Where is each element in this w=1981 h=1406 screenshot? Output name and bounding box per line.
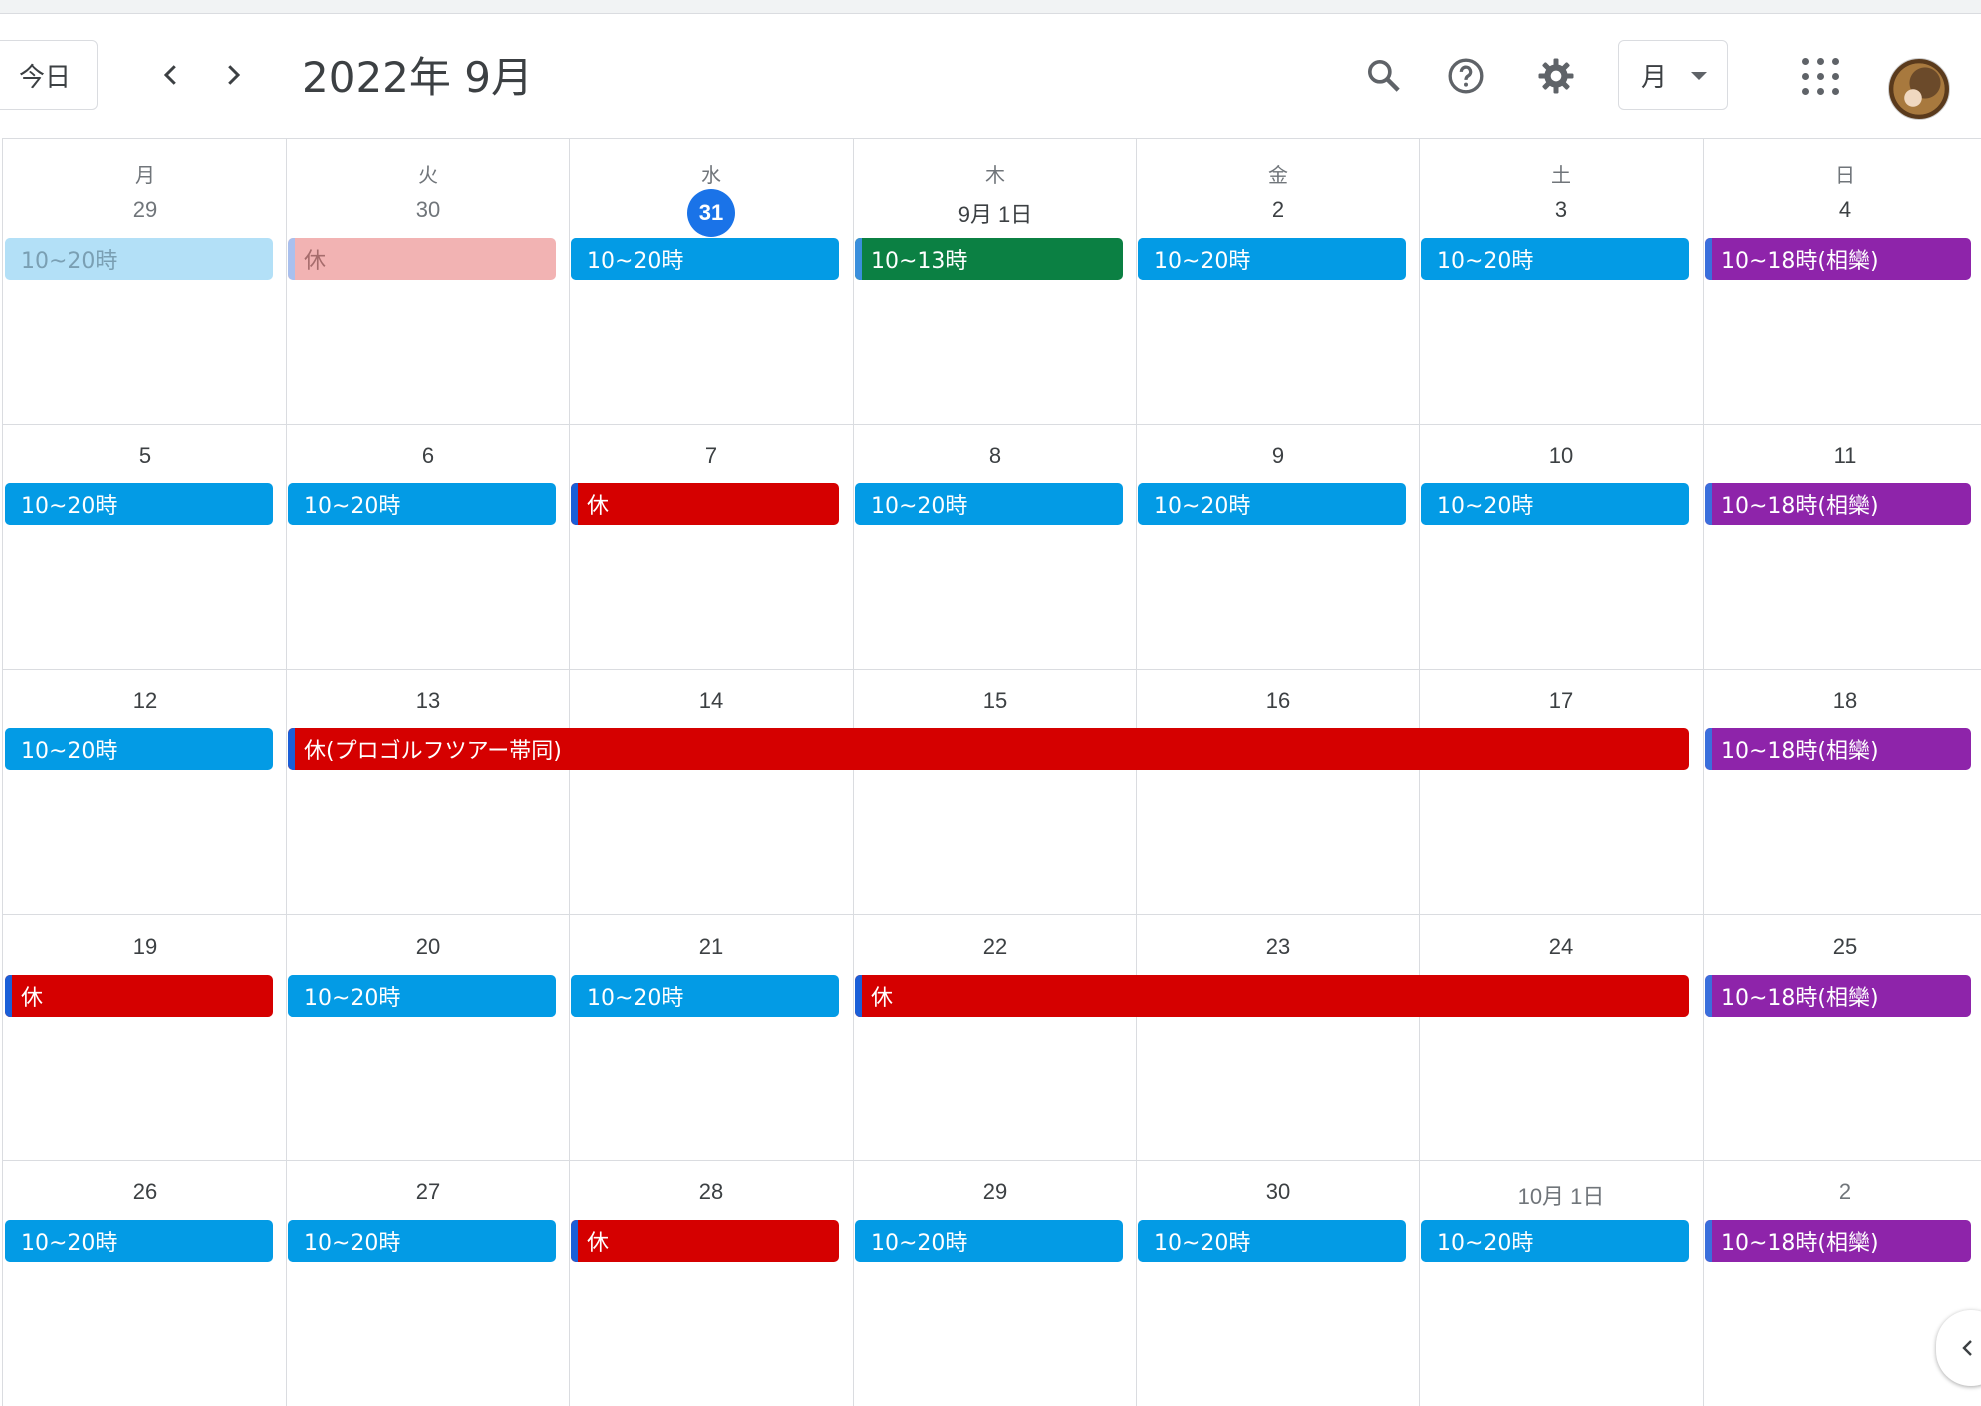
weekday-header: 火 — [418, 165, 438, 187]
day-number[interactable]: 3 — [1420, 197, 1702, 223]
day-number[interactable]: 2 — [1137, 197, 1419, 223]
day-number[interactable]: 4 — [1704, 197, 1981, 223]
event-chip[interactable]: 10~20時 — [855, 483, 1123, 525]
day-number[interactable]: 21 — [570, 934, 852, 960]
chevron-right-icon — [228, 65, 241, 85]
day-number[interactable]: 26 — [4, 1179, 286, 1205]
day-number[interactable]: 12 — [4, 688, 286, 714]
weekday-header: 金 — [1268, 165, 1288, 187]
apps-grid-icon — [1802, 58, 1809, 65]
gear-icon — [1538, 58, 1574, 94]
browser-top-edge — [0, 0, 1981, 14]
event-chip[interactable]: 10~18時(相欒) — [1705, 728, 1971, 770]
day-number[interactable]: 25 — [1704, 934, 1981, 960]
weekday-header: 月 — [135, 165, 155, 187]
day-number[interactable]: 17 — [1420, 688, 1702, 714]
day-number[interactable]: 9 — [1137, 443, 1419, 469]
help-icon — [1448, 58, 1484, 94]
today-button[interactable]: 今日 — [0, 40, 98, 110]
day-number[interactable]: 29 — [4, 197, 286, 223]
day-number[interactable]: 11 — [1704, 443, 1981, 469]
event-chip[interactable]: 10~20時 — [5, 238, 273, 280]
event-chip[interactable]: 10~20時 — [571, 975, 839, 1017]
next-month-button[interactable] — [208, 50, 258, 100]
event-chip-multiday[interactable]: 休(プロゴルフツアー帯同) — [288, 728, 1689, 770]
day-number[interactable]: 8 — [854, 443, 1136, 469]
event-chip[interactable]: 10~18時(相欒) — [1705, 238, 1971, 280]
day-number[interactable]: 13 — [287, 688, 569, 714]
day-number[interactable]: 9月 1日 — [854, 197, 1136, 229]
search-icon — [1368, 59, 1400, 92]
apps-grid-button[interactable] — [1800, 56, 1842, 98]
day-number[interactable]: 10月 1日 — [1420, 1179, 1702, 1211]
event-chip[interactable]: 休 — [288, 238, 556, 280]
day-number[interactable]: 24 — [1420, 934, 1702, 960]
weekday-header: 日 — [1835, 165, 1855, 187]
day-number[interactable]: 6 — [287, 443, 569, 469]
weekday-header: 木 — [985, 165, 1005, 187]
event-chip[interactable]: 10~20時 — [1138, 238, 1406, 280]
day-number[interactable]: 15 — [854, 688, 1136, 714]
day-number[interactable]: 20 — [287, 934, 569, 960]
day-number[interactable]: 18 — [1704, 688, 1981, 714]
day-number[interactable]: 28 — [570, 1179, 852, 1205]
event-chip[interactable]: 10~20時 — [855, 1220, 1123, 1262]
weekday-header: 水 — [701, 165, 721, 187]
event-chip[interactable]: 10~20時 — [1421, 483, 1689, 525]
day-number[interactable]: 19 — [4, 934, 286, 960]
day-number[interactable]: 22 — [854, 934, 1136, 960]
day-number[interactable]: 23 — [1137, 934, 1419, 960]
chevron-left-icon — [163, 65, 176, 85]
account-avatar[interactable] — [1888, 58, 1950, 120]
event-chip[interactable]: 休 — [571, 483, 839, 525]
calendar-header: 今日 2022年 9月 月 — [0, 14, 1981, 138]
event-chip[interactable]: 10~18時(相欒) — [1705, 483, 1971, 525]
event-chip-multiday[interactable]: 休 — [855, 975, 1689, 1017]
view-selector[interactable]: 月 — [1618, 40, 1728, 110]
view-selector-label: 月 — [1641, 61, 1668, 92]
day-number[interactable]: 30 — [1137, 1179, 1419, 1205]
dropdown-caret-icon — [1691, 72, 1707, 80]
day-number[interactable]: 10 — [1420, 443, 1702, 469]
day-number[interactable]: 5 — [4, 443, 286, 469]
event-chip[interactable]: 10~20時 — [5, 728, 273, 770]
day-number[interactable]: 30 — [287, 197, 569, 223]
event-chip[interactable]: 10~20時 — [288, 483, 556, 525]
day-number[interactable]: 14 — [570, 688, 852, 714]
help-button[interactable] — [1438, 48, 1494, 104]
day-number[interactable]: 27 — [287, 1179, 569, 1205]
search-button[interactable] — [1356, 48, 1412, 104]
previous-month-button[interactable] — [146, 50, 196, 100]
event-chip[interactable]: 10~20時 — [1138, 483, 1406, 525]
event-chip[interactable]: 10~20時 — [5, 1220, 273, 1262]
chevron-left-icon — [1962, 1340, 1972, 1356]
event-chip[interactable]: 10~20時 — [1421, 238, 1689, 280]
event-chip[interactable]: 10~18時(相欒) — [1705, 1220, 1971, 1262]
settings-button[interactable] — [1528, 48, 1584, 104]
day-number-today[interactable]: 31 — [570, 189, 852, 237]
day-number[interactable]: 2 — [1704, 1179, 1981, 1205]
event-chip[interactable]: 10~20時 — [5, 483, 273, 525]
month-grid: 月 火 水 木 金 土 日 29 30 31 9月 1日 2 3 4 10~20… — [2, 138, 1981, 1406]
weekday-header: 土 — [1551, 165, 1571, 187]
day-number[interactable]: 7 — [570, 443, 852, 469]
day-number[interactable]: 16 — [1137, 688, 1419, 714]
event-chip[interactable]: 10~20時 — [288, 1220, 556, 1262]
event-chip[interactable]: 10~20時 — [1421, 1220, 1689, 1262]
event-chip[interactable]: 10~20時 — [1138, 1220, 1406, 1262]
event-chip[interactable]: 10~20時 — [571, 238, 839, 280]
day-number[interactable]: 29 — [854, 1179, 1136, 1205]
event-chip[interactable]: 休 — [571, 1220, 839, 1262]
event-chip[interactable]: 10~18時(相欒) — [1705, 975, 1971, 1017]
event-chip[interactable]: 休 — [5, 975, 273, 1017]
event-chip[interactable]: 10~20時 — [288, 975, 556, 1017]
month-title: 2022年 9月 — [302, 53, 533, 102]
event-chip[interactable]: 10~13時 — [855, 238, 1123, 280]
